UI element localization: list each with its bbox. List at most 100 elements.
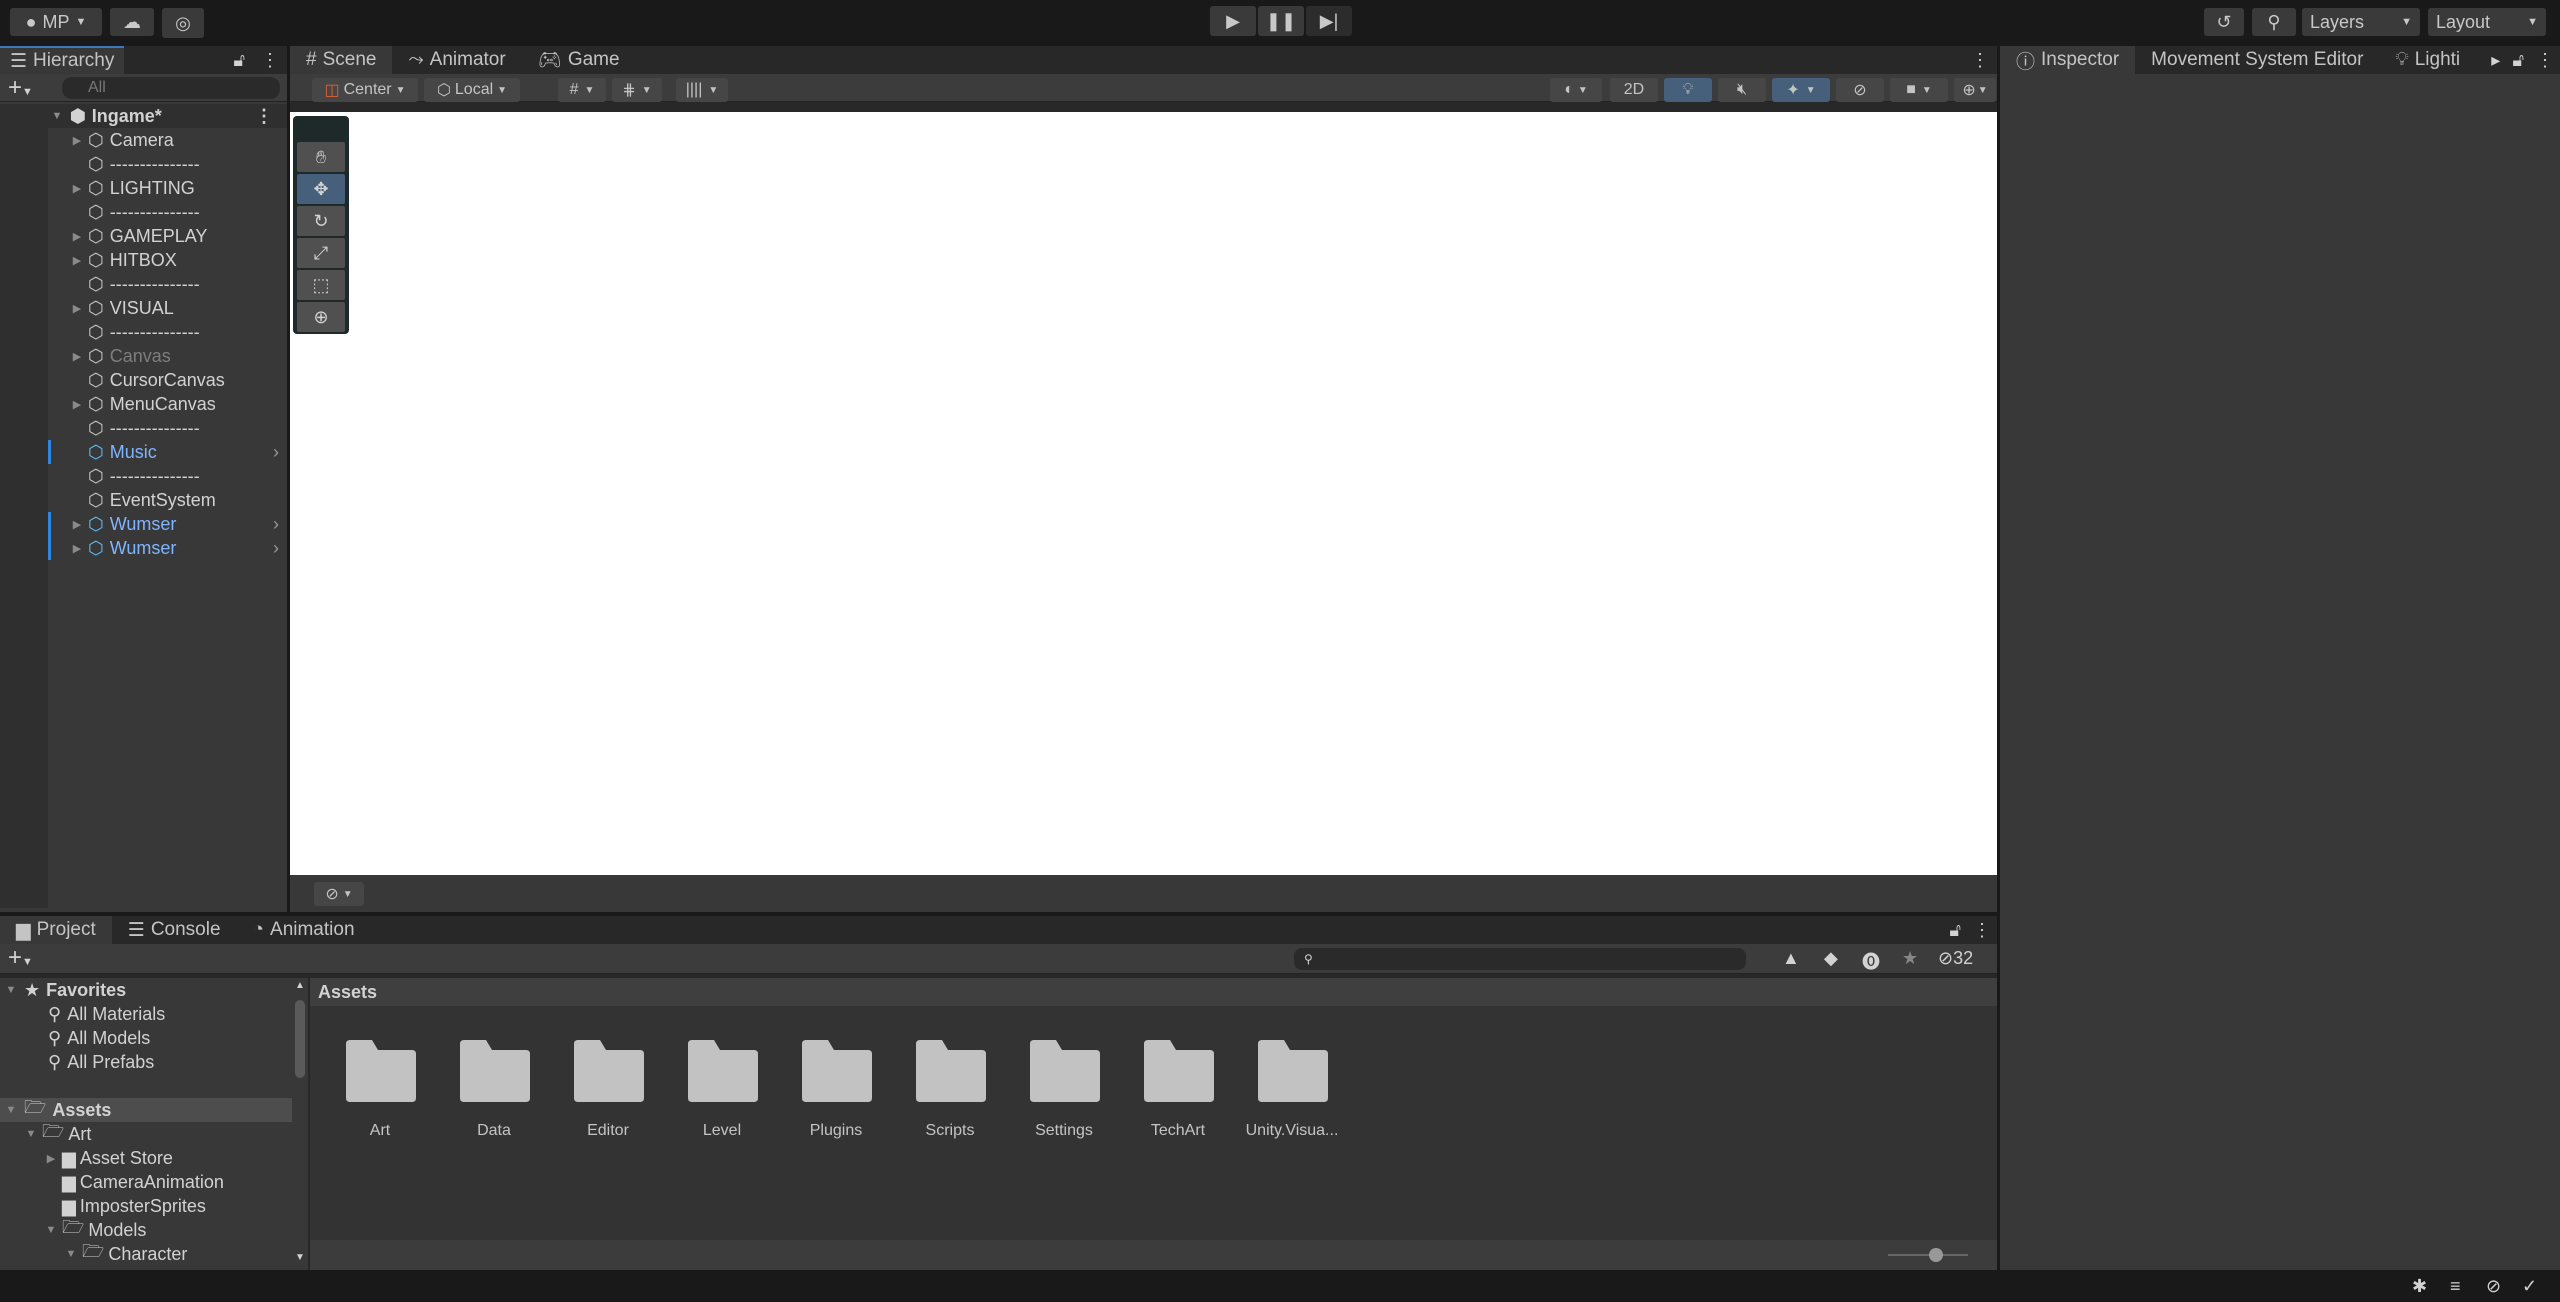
tab-project[interactable]: ▆ Project [0,916,112,944]
hierarchy-item[interactable]: ⬡ Music › [0,440,287,464]
space-local-dropdown[interactable]: ⬡ Local ▼ [424,78,520,102]
error-filter-icon[interactable]: ⓿ [1862,948,1880,974]
slider-thumb[interactable] [1929,1248,1943,1262]
lock-icon[interactable]: 🔓︎ [1943,916,1967,944]
effects-dropdown[interactable]: ✦ ▼ [1772,78,1830,102]
label-icon[interactable]: ◆ [1824,948,1838,969]
scroll-up-icon[interactable]: ▲ [295,980,305,991]
hierarchy-item[interactable]: ▶ ⬡ Camera [0,128,287,152]
cache-icon[interactable]: ≡ [2450,1276,2461,1297]
scene-row[interactable]: ▼ ⬢ Ingame* ⋮ [0,104,287,128]
folder-tree-item[interactable]: ▼ 🗁︎ Art [0,1121,292,1146]
increment-snap-button[interactable]: ⋕ ▼ [612,78,662,102]
lock-icon[interactable]: 🔓︎ [225,46,253,74]
expand-arrow-icon[interactable]: ▶ [44,1152,58,1165]
expand-arrow-icon[interactable]: ▼ [24,1128,38,1140]
pause-button[interactable]: ❚❚ [1258,6,1304,36]
folder-tree-item[interactable]: ▼ 🗁︎ Character [0,1241,292,1266]
expand-arrow-icon[interactable]: ▶ [70,302,84,315]
hierarchy-item[interactable]: ⬡ --------------- [0,200,287,224]
folder-tree-item[interactable]: ▶ ▆ Asset Store [0,1146,292,1170]
cloud-button[interactable]: ☁ [110,8,154,36]
favorite-item[interactable]: ⚲ All Prefabs [0,1050,292,1074]
expand-arrow-icon[interactable]: ▼ [64,1248,78,1260]
scroll-down-icon[interactable]: ▼ [295,1252,305,1263]
hierarchy-item[interactable]: ▶ ⬡ LIGHTING [0,176,287,200]
check-icon[interactable]: ✓ [2522,1276,2537,1297]
more-icon[interactable]: ⋮ [253,46,287,74]
hierarchy-item[interactable]: ⬡ --------------- [0,416,287,440]
expand-arrow-icon[interactable]: ▼ [4,984,18,996]
tab-console[interactable]: ☰ Console [112,916,237,944]
tab-inspector[interactable]: ⓘ Inspector [2000,46,2136,74]
tab-lighti[interactable]: 💡︎ Lighti [2379,46,2476,74]
folder-tree-item[interactable]: ▼ 🗁︎ Models [0,1217,292,1242]
rotate-tool-button[interactable]: ↻ [297,206,345,236]
lighting-toggle[interactable]: 💡︎ [1664,78,1712,102]
ruler-button[interactable]: |||| ▼ [676,78,728,102]
hierarchy-item[interactable]: ▶ ⬡ HITBOX [0,248,287,272]
chevron-right-icon[interactable]: › [273,514,279,535]
icon-size-slider[interactable] [1888,1248,1968,1262]
scale-tool-button[interactable]: ⤢ [297,238,345,268]
collab-button[interactable]: ◎ [162,8,204,38]
chevron-right-icon[interactable]: › [273,538,279,559]
scene-view[interactable] [290,112,1997,875]
favorites-header[interactable]: ▼ ★ Favorites [0,978,292,1002]
move-tool-button[interactable]: ✥ [297,174,345,204]
tree-scrollbar[interactable]: ▲ ▼ [292,978,308,1270]
hierarchy-item[interactable]: ⬡ --------------- [0,464,287,488]
layout-dropdown[interactable]: Layout ▼ [2428,8,2546,36]
transform-tool-button[interactable]: ⊕ [297,302,345,332]
tab-animation[interactable]: ◔ Animation [237,916,371,944]
hierarchy-item[interactable]: ▶ ⬡ Wumser › [0,536,287,560]
expand-arrow-icon[interactable]: ▶ [70,350,84,363]
2d-toggle[interactable]: 2D [1610,78,1658,102]
hierarchy-search-input[interactable]: All [62,77,280,99]
scene-visibility-toggle[interactable]: ⊘ [1836,78,1884,102]
hidden-packages-button[interactable]: ⊘32 [1938,948,1973,969]
gizmos-dropdown[interactable]: ⊕ ▼ [1954,78,1996,102]
expand-arrow-icon[interactable]: ▶ [70,134,84,147]
search-by-type-icon[interactable]: ▲ [1782,948,1800,969]
hierarchy-item[interactable]: ▶ ⬡ GAMEPLAY [0,224,287,248]
expand-arrow-icon[interactable]: ▼ [50,110,64,122]
more-icon[interactable]: ⋮ [1963,46,1997,74]
favorite-item[interactable]: ⚲ All Materials [0,1002,292,1026]
hand-tool-button[interactable]: ✋︎ [297,142,345,172]
audio-toggle[interactable]: 🔇︎ [1718,78,1766,102]
draw-mode-dropdown[interactable]: ◐ ▼ [1550,78,1602,102]
hierarchy-item[interactable]: ▶ ⬡ MenuCanvas [0,392,287,416]
grid-snap-button[interactable]: # ▼ [558,78,606,102]
tab-hierarchy[interactable]: ☰ Hierarchy [0,46,125,74]
favorite-item[interactable]: ⚲ All Models [0,1026,292,1050]
hierarchy-item[interactable]: ⬡ --------------- [0,272,287,296]
pivot-center-dropdown[interactable]: ◫ Center ▼ [312,78,418,102]
orientation-dropdown[interactable]: ⊘ ▼ [314,882,364,906]
hierarchy-item[interactable]: ▶ ⬡ Wumser › [0,512,287,536]
camera-dropdown[interactable]: ■ ▼ [1890,78,1948,102]
debug-icon[interactable]: ✱ [2412,1276,2427,1297]
expand-arrow-icon[interactable]: ▼ [44,1224,58,1236]
tab-animator[interactable]: ⤳ Animator [392,46,521,74]
hierarchy-item[interactable]: ▶ ⬡ VISUAL [0,296,287,320]
chevron-right-icon[interactable]: › [273,442,279,463]
hierarchy-item[interactable]: ⬡ EventSystem [0,488,287,512]
history-button[interactable]: ↺ [2204,8,2244,36]
project-search-input[interactable]: ⚲ [1294,948,1746,970]
folder-tree-item[interactable]: ▆ CameraAnimation [0,1170,292,1194]
expand-arrow-icon[interactable]: ▶ [70,518,84,531]
expand-arrow-icon[interactable]: ▼ [4,1104,18,1116]
tab-scene[interactable]: # Scene [290,46,393,74]
account-button[interactable]: ● MP ▼ [10,8,102,36]
add-button[interactable]: +▼ [8,944,33,972]
expand-arrow-icon[interactable]: ▶ [70,398,84,411]
auto-gen-lighting-icon[interactable]: ⊘ [2486,1276,2501,1297]
layers-dropdown[interactable]: Layers ▼ [2302,8,2420,36]
step-button[interactable]: ▶| [1306,6,1352,36]
expand-arrow-icon[interactable]: ▶ [70,254,84,267]
hierarchy-item[interactable]: ⬡ --------------- [0,320,287,344]
expand-arrow-icon[interactable]: ▶ [70,230,84,243]
lock-icon[interactable]: 🔓︎ [2506,46,2530,74]
more-icon[interactable]: ⋮ [255,106,273,127]
